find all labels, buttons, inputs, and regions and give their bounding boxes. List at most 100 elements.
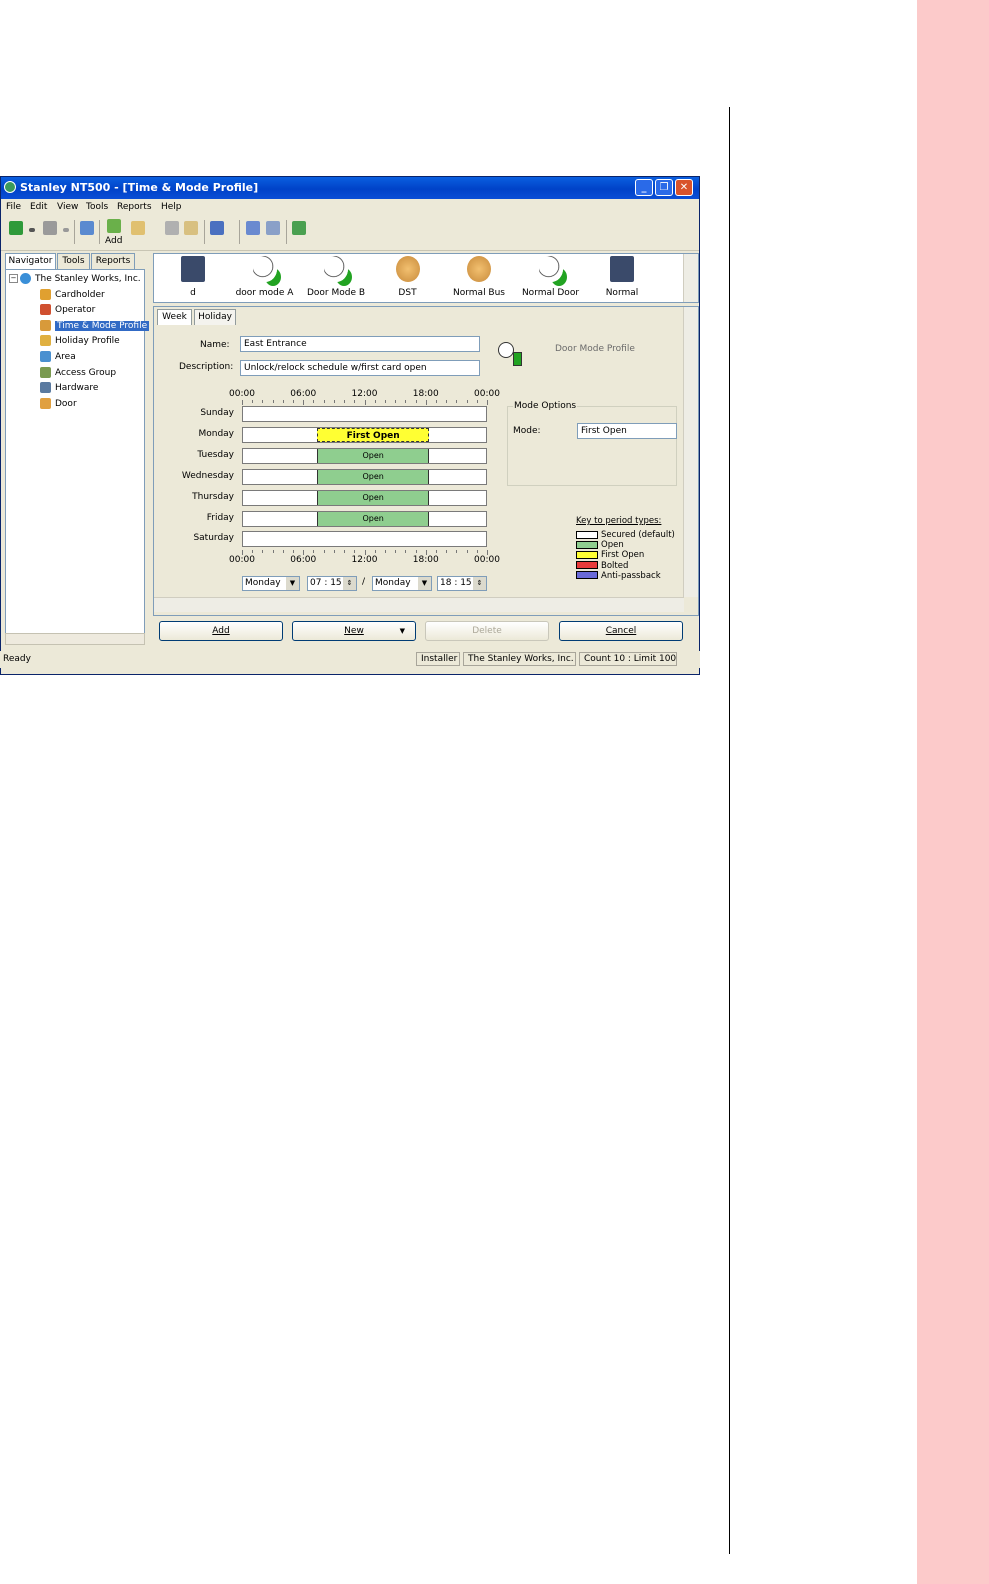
time-tick-label: 12:00 — [351, 389, 378, 399]
tree-item-label: Time & Mode Profile — [55, 320, 150, 331]
time-tick-mark — [242, 550, 243, 555]
schedule-period[interactable]: First Open — [317, 427, 430, 442]
add-button[interactable]: Add — [159, 621, 283, 641]
period-key-item: Secured (default) — [576, 530, 675, 540]
schedule-period[interactable]: Open — [317, 511, 430, 526]
title-bar[interactable]: Stanley NT500 - [Time & Mode Profile] _ … — [1, 177, 699, 199]
mode-options-group — [507, 406, 677, 486]
profile-list-scrollbar[interactable] — [683, 254, 698, 302]
time-tick-mark — [252, 550, 254, 553]
tab-navigator[interactable]: Navigator — [5, 253, 56, 269]
tab-week[interactable]: Week — [157, 309, 192, 325]
tab-holiday[interactable]: Holiday — [194, 309, 236, 325]
page-divider-line — [729, 107, 730, 1554]
schedule-row[interactable]: Open — [242, 489, 487, 506]
new-button[interactable]: New ▼ — [292, 621, 416, 641]
tree-item[interactable]: Cardholder — [40, 288, 105, 302]
profile-item[interactable]: Normal Door — [516, 256, 586, 298]
schedule-row[interactable] — [242, 406, 487, 422]
day-label: Thursday — [192, 491, 234, 502]
minimize-button[interactable]: _ — [635, 179, 653, 196]
schedule-period[interactable]: Open — [317, 490, 430, 505]
delete-button[interactable]: Delete — [425, 621, 549, 641]
schedule-row[interactable]: Open — [242, 468, 487, 485]
tree-item[interactable]: Hardware — [40, 381, 98, 395]
profile-item[interactable]: Door Mode B — [301, 256, 371, 298]
profile-item[interactable]: Normal — [587, 256, 657, 298]
schedule-row[interactable]: Open — [242, 447, 487, 464]
tree-item-label: Door — [55, 398, 77, 409]
tree-item[interactable]: The Stanley Works, Inc. — [20, 272, 141, 286]
profile-item[interactable]: DST — [373, 256, 443, 298]
back-icon[interactable] — [9, 221, 23, 235]
forward-dropdown-icon[interactable] — [63, 228, 69, 232]
cut-icon[interactable] — [165, 221, 179, 235]
detail-horizontal-scrollbar[interactable] — [154, 597, 684, 612]
refresh-icon[interactable] — [292, 221, 306, 235]
end-day-select[interactable]: Monday ▼ — [372, 576, 432, 591]
schedule-row[interactable]: Open — [242, 510, 487, 527]
end-time-spinner[interactable]: 18 : 15 ⇕ — [437, 576, 487, 591]
tree-item[interactable]: Operator — [40, 303, 95, 317]
dst-icon — [395, 256, 420, 282]
folder-icon[interactable] — [131, 221, 145, 235]
schedule-period[interactable]: Open — [317, 469, 430, 484]
time-range-separator: / — [362, 577, 366, 587]
tree-item[interactable]: Area — [40, 350, 76, 364]
navigator-horizontal-scrollbar[interactable] — [5, 633, 145, 645]
schedule-period[interactable]: Open — [317, 448, 430, 463]
start-time-spinner[interactable]: 07 : 15 ⇕ — [307, 576, 357, 591]
properties-icon[interactable] — [266, 221, 280, 235]
cardholder-icon — [40, 288, 51, 300]
tree-item[interactable]: Door — [40, 397, 77, 411]
cancel-button[interactable]: Cancel — [559, 621, 683, 641]
window-icon[interactable] — [80, 221, 94, 235]
back-dropdown-icon[interactable] — [29, 228, 35, 232]
view-icon[interactable] — [210, 221, 224, 235]
paste-icon[interactable] — [184, 221, 198, 235]
menu-file[interactable]: File — [6, 202, 21, 212]
menu-edit[interactable]: Edit — [30, 202, 47, 212]
time-tick-mark — [466, 550, 468, 553]
profile-item[interactable]: d — [158, 256, 228, 298]
tab-tools[interactable]: Tools — [57, 253, 90, 269]
tab-reports[interactable]: Reports — [91, 253, 135, 269]
menu-help[interactable]: Help — [161, 202, 182, 212]
period-key-item: Open — [576, 540, 624, 550]
tree-item[interactable]: Time & Mode Profile — [40, 319, 150, 333]
clock-profile-icon — [40, 319, 51, 331]
description-field[interactable]: Unlock/relock schedule w/first card open — [240, 360, 480, 376]
edit-icon[interactable] — [246, 221, 260, 235]
period-key-item: First Open — [576, 550, 644, 560]
menu-reports[interactable]: Reports — [117, 202, 152, 212]
add-icon[interactable] — [107, 219, 121, 233]
period-key-item: Anti-passback — [576, 571, 661, 581]
tree-item[interactable]: Access Group — [40, 366, 116, 380]
weekly-schedule-grid[interactable]: First Open Open Open Open Open — [242, 403, 487, 549]
profile-label: Normal Door — [521, 288, 580, 298]
collapse-icon[interactable]: − — [9, 274, 18, 283]
menu-view[interactable]: View — [57, 202, 78, 212]
time-tick-label: 12:00 — [351, 555, 378, 565]
time-tick-mark — [282, 550, 284, 553]
profile-item[interactable]: Normal Bus — [444, 256, 514, 298]
schedule-row[interactable] — [242, 531, 487, 548]
name-field[interactable]: East Entrance — [240, 336, 480, 352]
profile-list: d door mode A Door Mode B DST Normal Bus Norm… — [153, 253, 699, 303]
mode-select[interactable]: First Open — [577, 423, 677, 439]
tree-item-label: Area — [55, 352, 76, 362]
schedule-row[interactable]: First Open — [242, 426, 487, 443]
close-button[interactable]: ✕ — [675, 179, 693, 196]
menu-tools[interactable]: Tools — [86, 202, 108, 212]
time-tick-label: 18:00 — [412, 555, 439, 565]
start-day-select[interactable]: Monday ▼ — [242, 576, 300, 591]
add-toolbar-label[interactable]: Add — [105, 236, 122, 246]
profile-item[interactable]: door mode A — [230, 256, 300, 298]
navigator-tree: The Stanley Works, Inc. Cardholder Operato… — [5, 269, 150, 645]
restore-button[interactable]: ❐ — [655, 179, 673, 196]
tree-item[interactable]: Holiday Profile — [40, 334, 120, 348]
status-bar: Ready Installer The Stanley Works, Inc. … — [0, 651, 700, 668]
time-tick-mark — [344, 550, 346, 553]
forward-icon[interactable] — [43, 221, 57, 235]
detail-vertical-scrollbar[interactable] — [683, 307, 698, 597]
